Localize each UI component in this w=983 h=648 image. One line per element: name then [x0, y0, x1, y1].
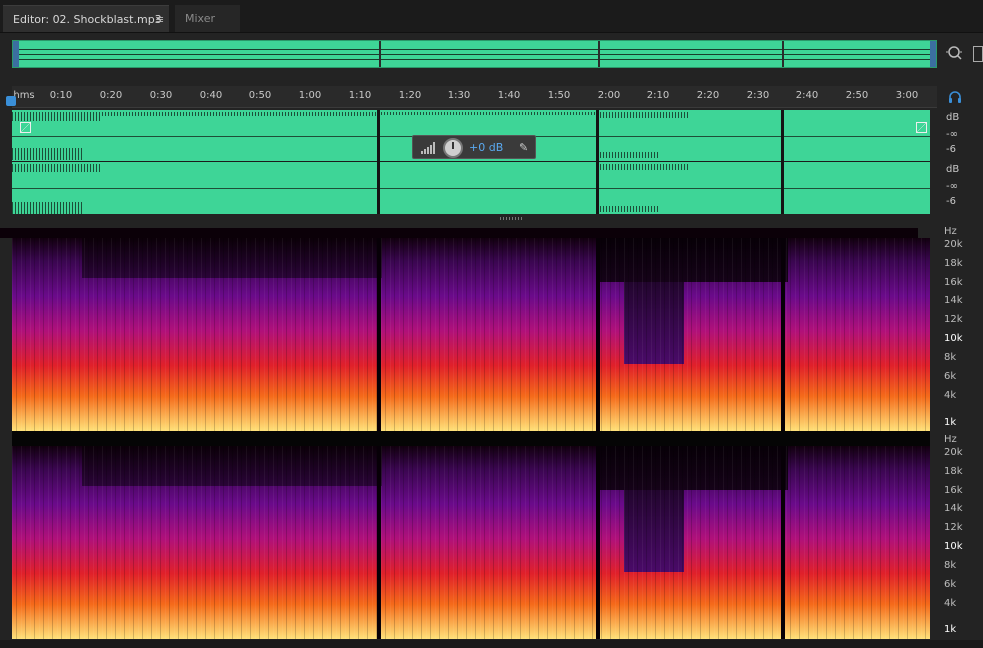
ruler-tick: 1:20 — [398, 90, 422, 101]
playhead-marker[interactable] — [6, 96, 16, 106]
amplitude-scale: dB -∞ -6 dB -∞ -6 — [940, 110, 983, 214]
hz-unit-label: Hz — [944, 226, 957, 237]
hz-label: 16k — [944, 277, 963, 288]
ruler-tick: 2:30 — [746, 90, 770, 101]
hz-label: 20k — [944, 239, 963, 250]
hz-unit-label: Hz — [944, 434, 957, 445]
hz-label: 12k — [944, 314, 963, 325]
pin-icon[interactable]: ✎ — [519, 141, 528, 154]
ruler-tick: 1:00 — [298, 90, 322, 101]
ruler-tick: 1:40 — [497, 90, 521, 101]
frequency-scale-right: Hz 20k 18k 16k 14k 12k 10k 8k 6k 4k 1k — [940, 434, 983, 639]
ruler-tick: 2:00 — [597, 90, 621, 101]
spectral-display-right[interactable] — [12, 446, 930, 639]
hz-label: 1k — [944, 417, 957, 428]
hz-label: 14k — [944, 295, 963, 306]
hz-label: 1k — [944, 624, 957, 635]
db-label: -6 — [946, 144, 956, 155]
db-label: -6 — [946, 196, 956, 207]
fade-in-handle[interactable] — [20, 122, 31, 133]
hz-label: 18k — [944, 258, 963, 269]
hz-label: 16k — [944, 485, 963, 496]
db-unit-label: dB — [946, 112, 960, 123]
panel-toggle-icon[interactable] — [973, 46, 983, 62]
hz-label: 14k — [944, 503, 963, 514]
hz-label: 20k — [944, 447, 963, 458]
splitter-grip-icon[interactable] — [500, 217, 524, 220]
ruler-tick: 0:40 — [199, 90, 223, 101]
tab-mixer-label: Mixer — [185, 12, 216, 25]
db-label: -∞ — [946, 129, 958, 140]
hz-label: 4k — [944, 598, 957, 609]
hz-label: 18k — [944, 466, 963, 477]
ruler-tick: 1:30 — [447, 90, 471, 101]
level-bars-icon — [421, 142, 435, 154]
hz-label: 6k — [944, 371, 957, 382]
spectral-display-left[interactable] — [12, 238, 930, 431]
fade-out-handle[interactable] — [916, 122, 927, 133]
overview-tools — [945, 44, 983, 66]
db-label: -∞ — [946, 181, 958, 192]
ruler-tick: 0:20 — [99, 90, 123, 101]
overview-left-handle[interactable] — [13, 41, 19, 67]
overview-right-handle[interactable] — [930, 41, 936, 67]
ruler-tick: 0:30 — [149, 90, 173, 101]
ruler-tick: 3:00 — [895, 90, 919, 101]
ruler-tick: 1:50 — [547, 90, 571, 101]
hz-label: 8k — [944, 352, 957, 363]
hz-label: 6k — [944, 579, 957, 590]
time-unit-label: hms — [13, 90, 35, 101]
waveform-channel-right[interactable] — [12, 162, 930, 214]
panel-menu-icon[interactable]: ≡ — [155, 6, 164, 33]
tab-editor-label: Editor: 02. Shockblast.mp3 — [13, 13, 162, 26]
ruler-tick: 2:10 — [646, 90, 670, 101]
ruler-tick: 2:50 — [845, 90, 869, 101]
tab-editor[interactable]: Editor: 02. Shockblast.mp3 ≡ — [3, 5, 169, 32]
headphones-icon[interactable] — [948, 90, 962, 104]
frequency-scale-left: Hz 20k 18k 16k 14k 12k 10k 8k 6k 4k 1k — [940, 226, 983, 431]
time-ruler[interactable]: hms 0:10 0:20 0:30 0:40 0:50 1:00 1:10 1… — [12, 86, 937, 108]
bottom-border — [0, 640, 983, 648]
ruler-tick: 2:20 — [696, 90, 720, 101]
zoom-icon[interactable] — [945, 44, 963, 62]
hz-label: 4k — [944, 390, 957, 401]
hz-label: 10k — [944, 541, 963, 552]
hz-label: 10k — [944, 333, 963, 344]
ruler-tick: 1:10 — [348, 90, 372, 101]
volume-value[interactable]: +0 dB — [469, 141, 503, 154]
ruler-tick: 2:40 — [795, 90, 819, 101]
view-splitter[interactable] — [12, 214, 930, 224]
overview-navigator[interactable] — [12, 40, 937, 68]
ruler-tick: 0:10 — [49, 90, 73, 101]
db-unit-label: dB — [946, 164, 960, 175]
volume-knob[interactable] — [443, 138, 463, 158]
tab-mixer[interactable]: Mixer — [175, 5, 240, 32]
ruler-tick: 0:50 — [248, 90, 272, 101]
tab-bar: Editor: 02. Shockblast.mp3 ≡ Mixer — [0, 0, 983, 33]
amplitude-hud[interactable]: +0 dB ✎ — [412, 135, 536, 159]
hz-label: 8k — [944, 560, 957, 571]
audition-editor: Editor: 02. Shockblast.mp3 ≡ Mixer hms 0… — [0, 0, 983, 648]
hz-label: 12k — [944, 522, 963, 533]
waveform-display[interactable] — [12, 110, 930, 214]
